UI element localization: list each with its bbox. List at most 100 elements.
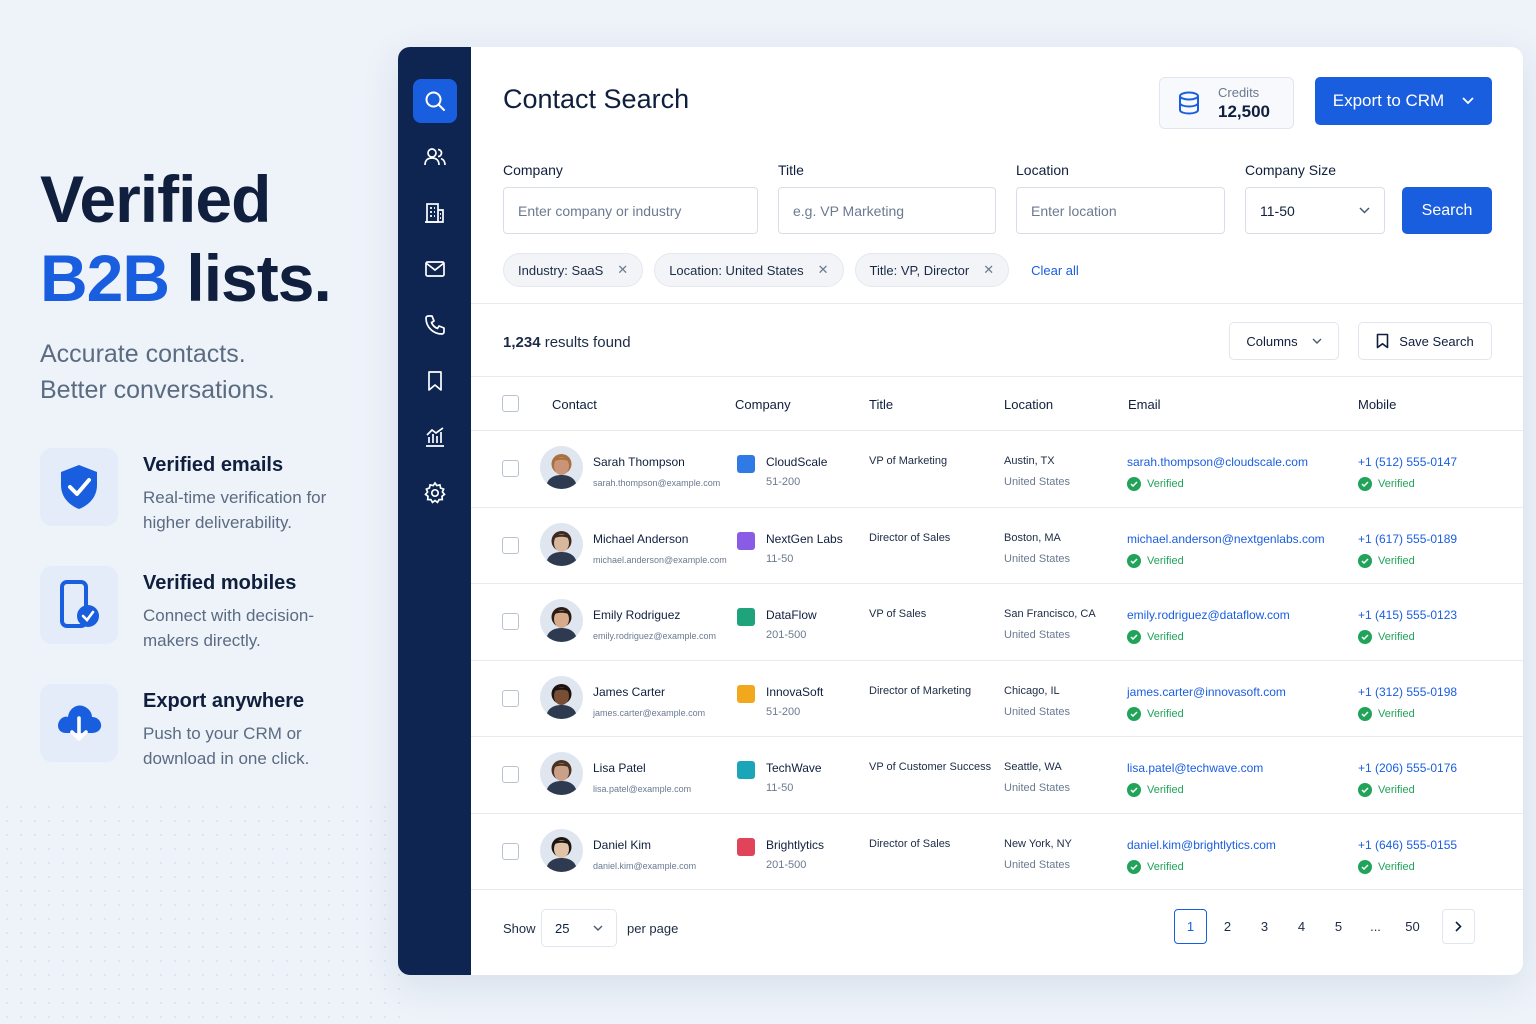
avatar (540, 752, 583, 795)
table-row[interactable]: Lisa Patel lisa.patel@example.com TechWave… (471, 737, 1523, 814)
row-checkbox[interactable] (502, 766, 519, 783)
phone-link[interactable]: +1 (646) 555-0155 (1358, 838, 1457, 852)
contact-name[interactable]: Lisa Patel (593, 761, 646, 775)
company-name[interactable]: TechWave (766, 761, 822, 775)
column-header[interactable]: Company (735, 397, 791, 412)
company-name[interactable]: DataFlow (766, 608, 817, 622)
contact-name[interactable]: Emily Rodriguez (593, 608, 680, 622)
sidebar-item-email[interactable] (413, 247, 457, 291)
analytics-icon (425, 427, 444, 447)
page-button[interactable]: 2 (1211, 909, 1244, 944)
company-size: 51-200 (766, 705, 801, 718)
company-logo-icon (737, 761, 755, 779)
table-row[interactable]: Daniel Kim daniel.kim@example.com Brightly… (471, 814, 1523, 890)
email-link[interactable]: emily.rodriguez@dataflow.com (1127, 608, 1290, 622)
filter-chip[interactable]: Industry: SaaS ✕ (503, 253, 644, 287)
background-dot-pattern (0, 800, 400, 1024)
email-link[interactable]: daniel.kim@brightlytics.com (1127, 838, 1276, 852)
table-row[interactable]: James Carter james.carter@example.com Inno… (471, 661, 1523, 737)
next-page-button[interactable] (1442, 909, 1475, 944)
sidebar-item-companies[interactable] (413, 191, 457, 235)
title-input[interactable] (778, 187, 996, 234)
location-input[interactable] (1016, 187, 1225, 234)
promo-panel: Verified B2B lists. Accurate contacts. B… (40, 160, 380, 802)
email-link[interactable]: michael.anderson@nextgenlabs.com (1127, 532, 1325, 546)
close-icon[interactable]: ✕ (818, 262, 829, 278)
column-header[interactable]: Mobile (1358, 397, 1396, 412)
email-verified-badge: Verified (1127, 706, 1184, 721)
contact-name[interactable]: James Carter (593, 685, 665, 699)
company-size-select[interactable]: 11-50 (1245, 187, 1385, 234)
sidebar-item-saved[interactable] (413, 359, 457, 403)
page-button[interactable]: 5 (1322, 909, 1355, 944)
page-button[interactable]: 3 (1248, 909, 1281, 944)
check-circle-icon (1358, 783, 1372, 797)
row-checkbox[interactable] (502, 536, 519, 554)
phone-link[interactable]: +1 (512) 555-0147 (1358, 455, 1457, 469)
column-header[interactable]: Email (1128, 397, 1161, 412)
row-checkbox[interactable] (502, 689, 519, 707)
contact-name[interactable]: Daniel Kim (593, 838, 651, 852)
search-button[interactable]: Search (1402, 187, 1492, 234)
column-header[interactable]: Location (1004, 397, 1053, 412)
avatar (540, 522, 583, 566)
column-header[interactable]: Contact (552, 397, 597, 412)
page-button[interactable]: 50 (1396, 909, 1429, 944)
clear-all-link[interactable]: Clear all (1031, 263, 1079, 278)
row-checkbox[interactable] (502, 613, 519, 630)
columns-button[interactable]: Columns (1229, 322, 1339, 360)
sidebar-item-contacts[interactable] (413, 135, 457, 179)
table-row[interactable]: Michael Anderson michael.anderson@example… (471, 508, 1523, 584)
filter-chip[interactable]: Title: VP, Director ✕ (854, 253, 1010, 287)
contact-title: Director of Marketing (869, 684, 972, 697)
company-name[interactable]: InnovaSoft (766, 685, 823, 699)
company-logo-icon (737, 684, 755, 703)
avatar (540, 828, 583, 872)
phone-check-icon (40, 566, 118, 645)
save-search-button[interactable]: Save Search (1358, 322, 1492, 360)
table-row[interactable]: Sarah Thompson sarah.thompson@example.com… (471, 431, 1523, 508)
column-header[interactable]: Title (869, 397, 893, 412)
sidebar-item-search[interactable] (412, 79, 457, 123)
export-to-crm-button[interactable]: Export to CRM (1315, 77, 1492, 125)
table-row[interactable]: Emily Rodriguez emily.rodriguez@example.c… (471, 584, 1523, 661)
close-icon[interactable]: ✕ (617, 262, 628, 278)
phone-verified-badge: Verified (1358, 859, 1415, 874)
page-button[interactable]: 4 (1285, 909, 1318, 944)
contact-name[interactable]: Sarah Thompson (593, 455, 685, 469)
email-verified-badge: Verified (1127, 859, 1184, 874)
company-name[interactable]: NextGen Labs (766, 532, 843, 546)
company-name[interactable]: CloudScale (766, 455, 827, 469)
sidebar-item-analytics[interactable] (413, 415, 457, 459)
feature-item: Verified mobiles Connect with decision-m… (40, 566, 380, 684)
select-all-checkbox[interactable] (502, 395, 519, 412)
filter-chip[interactable]: Location: United States ✕ (654, 253, 844, 287)
page-button[interactable]: 1 (1174, 909, 1207, 944)
row-checkbox[interactable] (502, 460, 519, 477)
building-icon (424, 203, 444, 223)
location-filter: Location (1016, 162, 1225, 234)
row-checkbox[interactable] (502, 842, 519, 860)
company-input[interactable] (503, 187, 758, 234)
phone-link[interactable]: +1 (415) 555-0123 (1358, 608, 1457, 622)
company-name[interactable]: Brightlytics (766, 838, 824, 852)
check-circle-icon (1127, 630, 1141, 644)
feature-item: Verified emails Real-time verification f… (40, 448, 380, 566)
phone-icon (424, 315, 445, 335)
sidebar-item-settings[interactable] (413, 471, 457, 515)
per-page-select[interactable]: 25 (541, 909, 617, 947)
contact-name[interactable]: Michael Anderson (593, 532, 688, 546)
location-city: Austin, TX (1004, 455, 1055, 467)
email-verified-badge: Verified (1127, 477, 1184, 491)
sidebar-item-calls[interactable] (413, 303, 457, 347)
phone-link[interactable]: +1 (312) 555-0198 (1358, 685, 1457, 699)
close-icon[interactable]: ✕ (983, 262, 994, 278)
phone-link[interactable]: +1 (617) 555-0189 (1358, 532, 1457, 546)
email-link[interactable]: james.carter@innovasoft.com (1127, 685, 1286, 699)
table-header: Contact Company Title Location Email Mob… (471, 377, 1523, 431)
email-link[interactable]: sarah.thompson@cloudscale.com (1127, 455, 1308, 469)
phone-link[interactable]: +1 (206) 555-0176 (1358, 761, 1457, 775)
company-logo-icon (737, 455, 755, 473)
app-window: Contact Search Credits 12,500 Export to … (398, 47, 1523, 975)
email-link[interactable]: lisa.patel@techwave.com (1127, 761, 1263, 775)
